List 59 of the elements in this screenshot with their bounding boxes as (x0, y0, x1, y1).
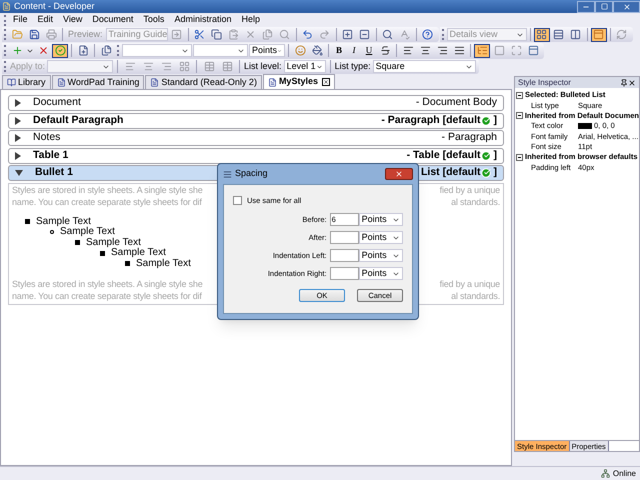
menu-item[interactable]: Administration (169, 13, 236, 27)
description-text: Styles are stored in style sheets. A single style she (12, 184, 203, 196)
document-tab[interactable]: MyStyles (262, 74, 335, 89)
preview-label: Preview: (67, 28, 104, 41)
style-row[interactable]: Table 1 - Table [default ] (8, 148, 504, 164)
style-row[interactable]: Document - Document Body (8, 95, 504, 111)
menu-item[interactable]: Tools (138, 13, 170, 27)
description-text: al standards. (451, 196, 500, 208)
document-tab[interactable]: WordPad Training (52, 75, 144, 89)
units-select[interactable]: Points (358, 213, 403, 226)
list-type-label: List type: (334, 60, 371, 73)
menu-item[interactable]: Edit (32, 13, 58, 27)
description-text: fied by a unique (440, 278, 500, 290)
sample-text: Sample Text (36, 216, 91, 227)
description-text: Styles are stored in style sheets. A single style she (12, 278, 203, 290)
style-row[interactable]: Default Paragraph - Paragraph [default ] (8, 112, 504, 128)
style-type: - Paragraph [default (381, 112, 480, 128)
units-select[interactable]: Points (358, 231, 403, 244)
description-text: name. You can create separate style sheets for dif (12, 196, 202, 208)
menu-item[interactable]: Document (87, 13, 138, 27)
apply-label: Apply to: (10, 60, 46, 73)
description-text: fied by a unique (440, 184, 500, 196)
menu-item[interactable]: File (8, 13, 33, 27)
style-name: Bullet 1 (35, 165, 73, 180)
dialog-title: Spacing (235, 167, 268, 180)
style-type: - Document Body (416, 95, 497, 110)
units-select[interactable]: Points (358, 267, 403, 280)
list-level-select[interactable]: Level 1 (284, 60, 326, 73)
format-button[interactable]: U (362, 44, 376, 58)
bracket-text: ] (494, 165, 497, 180)
bracket-text: ] (494, 148, 497, 163)
sample-text: Sample Text (86, 238, 141, 248)
format-button[interactable]: I (347, 44, 361, 58)
menu-item[interactable]: View (58, 13, 88, 27)
description-text: al standards. (451, 290, 500, 302)
document-tab[interactable]: Standard (Read-Only 2) (145, 75, 262, 89)
list-level-label: List level: (244, 60, 282, 73)
window-title: Content - Developer (14, 0, 95, 13)
sample-text: Sample Text (136, 258, 191, 269)
sample-text: Sample Text (111, 248, 166, 258)
units-select[interactable]: Points (358, 249, 403, 262)
style-type: - Paragraph (442, 130, 497, 146)
bracket-text: ] (494, 112, 497, 128)
panel-title: Style Inspector (518, 76, 571, 88)
style-name: Default Paragraph (33, 112, 124, 128)
style-type: - Table [default (406, 148, 480, 163)
status-text: Online (612, 468, 636, 480)
style-name: Table 1 (33, 148, 68, 163)
units-select[interactable]: Points (249, 44, 285, 57)
menu-item[interactable]: Help (236, 13, 265, 27)
description-text: name. You can create separate style sheets for dif (12, 290, 202, 302)
style-name: Notes (33, 130, 60, 146)
list-type-select[interactable]: Square (372, 60, 476, 73)
sample-text: Sample Text (60, 227, 115, 238)
style-row[interactable]: Notes - Paragraph (8, 130, 504, 146)
style-type: List [default (421, 165, 480, 180)
document-tab[interactable]: Library (2, 75, 51, 89)
format-button[interactable]: B (332, 44, 346, 58)
style-name: Document (33, 95, 81, 110)
